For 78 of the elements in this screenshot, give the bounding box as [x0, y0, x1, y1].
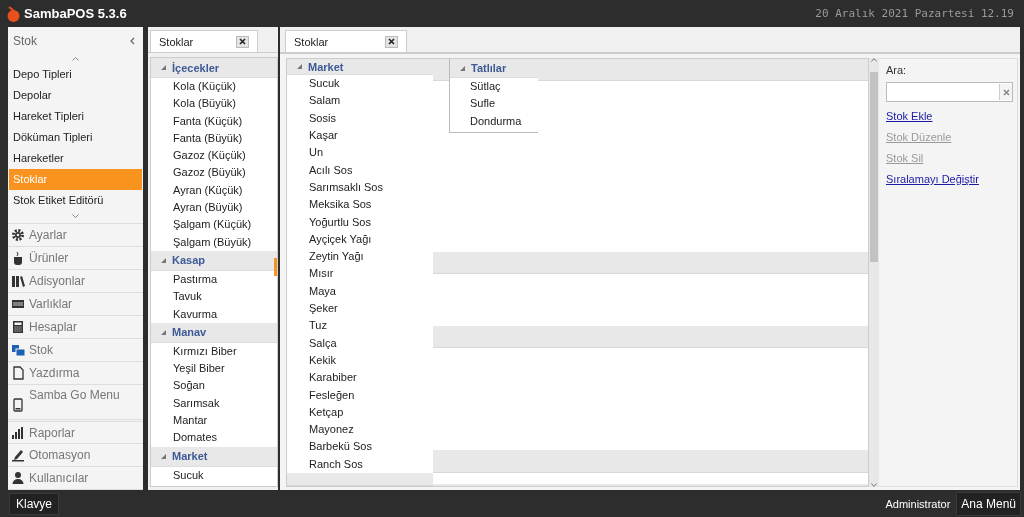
tree-item[interactable]: Şalgam (Büyük) [151, 233, 277, 251]
sidebar-item[interactable]: Stok Etiket Editörü [9, 190, 142, 212]
tree-item[interactable]: Sarımsak [151, 394, 277, 413]
group-name: İçecekler [172, 61, 220, 74]
tree-item[interactable]: Pastırma [151, 270, 277, 289]
tree-item[interactable]: Kekik [287, 351, 433, 370]
tree-item[interactable]: Karabiber [287, 369, 433, 387]
tree-item[interactable]: Zeytin Yağı [287, 248, 433, 266]
search-label: Ara: [886, 64, 908, 76]
sidebar-title: Stok [13, 33, 37, 48]
tree-item[interactable]: Sufle [450, 95, 538, 113]
tree-item[interactable]: Sucuk [151, 466, 277, 484]
tree-item[interactable]: Acılı Sos [287, 161, 433, 179]
tree-item[interactable]: Fanta (Büyük) [151, 129, 277, 148]
group-header[interactable]: Market [287, 59, 433, 76]
tree-item[interactable]: Şalgam (Küçük) [151, 216, 277, 234]
tree-item[interactable]: Sütlaç [450, 78, 538, 96]
date-time: 20 Aralık 2021 Pazartesi 12.19 [815, 7, 1014, 20]
tree-item[interactable]: Şeker [287, 300, 433, 318]
tree-item[interactable]: Soğan [151, 377, 277, 395]
tree-item[interactable]: Yeşil Biber [151, 360, 277, 378]
tree-item[interactable]: Meksika Sos [287, 196, 433, 214]
group-name: Market [308, 60, 344, 73]
group-name: Manav [172, 326, 207, 339]
tree-item[interactable]: Ayran (Büyük) [151, 199, 277, 217]
nav-button[interactable]: Raporlar [8, 421, 143, 444]
group-header[interactable]: Market [151, 446, 277, 467]
tab[interactable]: Stoklar [285, 30, 407, 52]
tree-item[interactable]: Sarımsaklı Sos [287, 178, 433, 197]
tree-item[interactable]: Un [287, 144, 433, 162]
tree-item[interactable]: Sucuk [287, 75, 433, 93]
tree-item[interactable]: Kola (Büyük) [151, 95, 277, 113]
group-header[interactable]: Manav [151, 322, 277, 343]
tree-item[interactable]: Gazoz (Küçük) [151, 147, 277, 165]
tab-label: Stoklar [294, 35, 329, 48]
tree-item[interactable]: Mayonez [287, 421, 433, 439]
tab[interactable]: Stoklar [150, 30, 258, 52]
group-name: Kasap [172, 254, 206, 267]
keyboard-button[interactable]: Klavye [9, 492, 60, 515]
tree-item[interactable]: Ranch Sos [287, 455, 433, 473]
group-name: Tatlılar [471, 62, 507, 74]
main-menu-button[interactable]: Ana Menü [956, 491, 1021, 516]
tree-item[interactable]: Sosis [287, 109, 433, 128]
sidebar-item[interactable]: Hareket Tipleri [9, 106, 142, 128]
tree-item[interactable]: Kavurma [151, 305, 277, 323]
tree-item[interactable]: Gazoz (Büyük) [151, 164, 277, 182]
tree-item[interactable]: Domates [151, 429, 277, 447]
tree-item[interactable]: Maya [287, 282, 433, 301]
sidebar-item[interactable]: Döküman Tipleri [9, 127, 142, 149]
tree-item[interactable]: Kırmızı Biber [151, 342, 277, 361]
tree-item[interactable]: Ketçap [287, 403, 433, 422]
tree-item[interactable]: Mısır [287, 265, 433, 283]
tree-item[interactable]: Kaşar [287, 127, 433, 145]
tree-item[interactable]: Fesleğen [287, 386, 433, 404]
group-header[interactable]: İçecekler [151, 58, 277, 78]
tree-item[interactable]: Ayran (Küçük) [151, 181, 277, 200]
tree-item[interactable]: Tavuk [151, 288, 277, 306]
sidebar-item[interactable]: Hareketler [9, 148, 142, 170]
group-name: Market [172, 450, 208, 463]
group-header[interactable]: Tatlılar [450, 59, 538, 78]
tree-item[interactable]: Dondurma [450, 112, 538, 130]
sidebar-item[interactable]: Depo Tipleri [9, 64, 142, 86]
action-link[interactable]: Stok Ekle [886, 108, 1013, 129]
app-title: SambaPOS 5.3.6 [24, 6, 127, 21]
tree-item[interactable]: Mantar [151, 412, 277, 430]
tree-item[interactable]: Fanta (Küçük) [151, 112, 277, 130]
user-name: Administrator [885, 497, 951, 510]
group-header[interactable]: Kasap [151, 250, 277, 271]
tree-item[interactable]: Ayçiçek Yağı [287, 230, 433, 249]
tree-item[interactable]: Barbekü Sos [287, 438, 433, 456]
action-link[interactable]: Sıralamayı Değiştir [886, 171, 1013, 192]
sidebar-item[interactable]: Depolar [9, 85, 142, 107]
tab-label: Stoklar [159, 35, 194, 48]
tree-item[interactable]: Tuz [287, 317, 433, 335]
tree-item[interactable]: Salça [287, 334, 433, 352]
tree-item[interactable]: Salam [287, 92, 433, 110]
tree-item[interactable]: Yoğurtlu Sos [287, 213, 433, 231]
tree-item[interactable]: Kola (Küçük) [151, 78, 277, 96]
